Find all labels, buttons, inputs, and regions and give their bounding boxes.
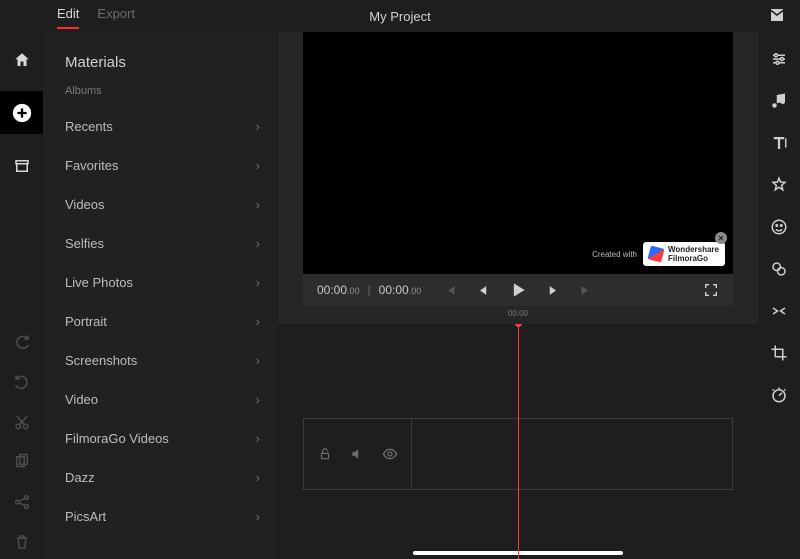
current-time: 00:00 [317, 283, 347, 297]
music-icon[interactable] [770, 92, 788, 110]
tab-export[interactable]: Export [97, 6, 135, 27]
chevron-right-icon: › [256, 119, 260, 134]
watermark-prefix: Created with [592, 250, 637, 259]
text-icon[interactable] [770, 134, 788, 152]
album-selfies[interactable]: Selfies › [43, 224, 278, 263]
album-picsart[interactable]: PicsArt › [43, 497, 278, 536]
album-label: Recents [65, 119, 113, 134]
trash-icon[interactable] [13, 533, 31, 551]
share-icon[interactable] [13, 493, 31, 511]
chevron-right-icon: › [256, 392, 260, 407]
watermark: ✕ Created with WondershareFilmoraGo [592, 242, 725, 266]
album-label: FilmoraGo Videos [65, 431, 169, 446]
effects-icon[interactable] [770, 260, 788, 278]
lock-icon[interactable] [318, 447, 332, 461]
album-filmorago[interactable]: FilmoraGo Videos › [43, 419, 278, 458]
speed-icon[interactable] [770, 386, 788, 404]
materials-sidebar: Materials Albums Recents › Favorites › Vid… [43, 32, 278, 559]
copy-icon[interactable] [13, 453, 31, 471]
album-portrait[interactable]: Portrait › [43, 302, 278, 341]
album-label: Dazz [65, 470, 95, 485]
chevron-right-icon: › [256, 158, 260, 173]
track-content[interactable] [412, 419, 732, 489]
mail-icon[interactable] [768, 6, 786, 24]
album-recents[interactable]: Recents › [43, 107, 278, 146]
album-favorites[interactable]: Favorites › [43, 146, 278, 185]
chevron-right-icon: › [256, 353, 260, 368]
add-button[interactable] [0, 91, 43, 134]
chevron-right-icon: › [256, 314, 260, 329]
timeline-ruler[interactable]: 00:00 [303, 306, 733, 324]
visibility-icon[interactable] [382, 446, 398, 462]
play-button[interactable] [508, 280, 528, 300]
home-icon[interactable] [0, 38, 43, 81]
chevron-right-icon: › [256, 197, 260, 212]
left-rail [0, 32, 43, 559]
album-label: Selfies [65, 236, 104, 251]
total-ms: .00 [409, 286, 422, 296]
chevron-right-icon: › [256, 470, 260, 485]
undo-icon[interactable] [13, 373, 31, 391]
filmorago-logo-icon [647, 245, 664, 262]
album-screenshots[interactable]: Screenshots › [43, 341, 278, 380]
next-frame-button[interactable] [546, 283, 561, 298]
watermark-line1: Wondershare [668, 245, 719, 254]
chevron-right-icon: › [256, 236, 260, 251]
right-rail [758, 32, 800, 559]
close-icon[interactable]: ✕ [715, 232, 727, 244]
album-livephotos[interactable]: Live Photos › [43, 263, 278, 302]
transition-icon[interactable] [770, 302, 788, 320]
album-label: Videos [65, 197, 105, 212]
crop-icon[interactable] [770, 344, 788, 362]
playhead[interactable] [518, 324, 519, 559]
tab-edit[interactable]: Edit [57, 6, 79, 27]
album-label: Live Photos [65, 275, 133, 290]
current-ms: .00 [347, 286, 360, 296]
album-video[interactable]: Video › [43, 380, 278, 419]
header-tabs: Edit Export [57, 6, 135, 27]
album-videos[interactable]: Videos › [43, 185, 278, 224]
album-dazz[interactable]: Dazz › [43, 458, 278, 497]
timeline-area[interactable] [278, 324, 758, 559]
watermark-badge: WondershareFilmoraGo [643, 242, 725, 266]
preview-viewport[interactable]: ✕ Created with WondershareFilmoraGo [303, 32, 733, 274]
album-label: Favorites [65, 158, 118, 173]
album-label: Portrait [65, 314, 107, 329]
sidebar-subtitle: Albums [43, 85, 278, 107]
chevron-right-icon: › [256, 431, 260, 446]
watermark-line2: FilmoraGo [668, 254, 719, 263]
fullscreen-button[interactable] [703, 282, 719, 298]
emoji-icon[interactable] [770, 218, 788, 236]
album-label: PicsArt [65, 509, 106, 524]
ruler-tick: 00:00 [508, 309, 528, 318]
chevron-right-icon: › [256, 509, 260, 524]
album-label: Video [65, 392, 98, 407]
skip-end-button[interactable] [579, 283, 594, 298]
prev-frame-button[interactable] [475, 283, 490, 298]
chevron-right-icon: › [256, 275, 260, 290]
app-header: Edit Export My Project [0, 0, 800, 32]
archive-icon[interactable] [0, 144, 43, 187]
track-header [304, 419, 412, 489]
sticker-icon[interactable] [770, 176, 788, 194]
cut-icon[interactable] [13, 413, 31, 431]
album-label: Screenshots [65, 353, 137, 368]
mute-icon[interactable] [350, 447, 364, 461]
sidebar-title: Materials [43, 46, 278, 85]
player-controls: 00:00.00 | 00:00.00 [303, 274, 733, 306]
project-title: My Project [369, 9, 430, 24]
total-time: 00:00 [379, 283, 409, 297]
time-display: 00:00.00 | 00:00.00 [317, 283, 421, 297]
redo-icon[interactable] [13, 333, 31, 351]
skip-start-button[interactable] [442, 283, 457, 298]
settings-icon[interactable] [770, 50, 788, 68]
